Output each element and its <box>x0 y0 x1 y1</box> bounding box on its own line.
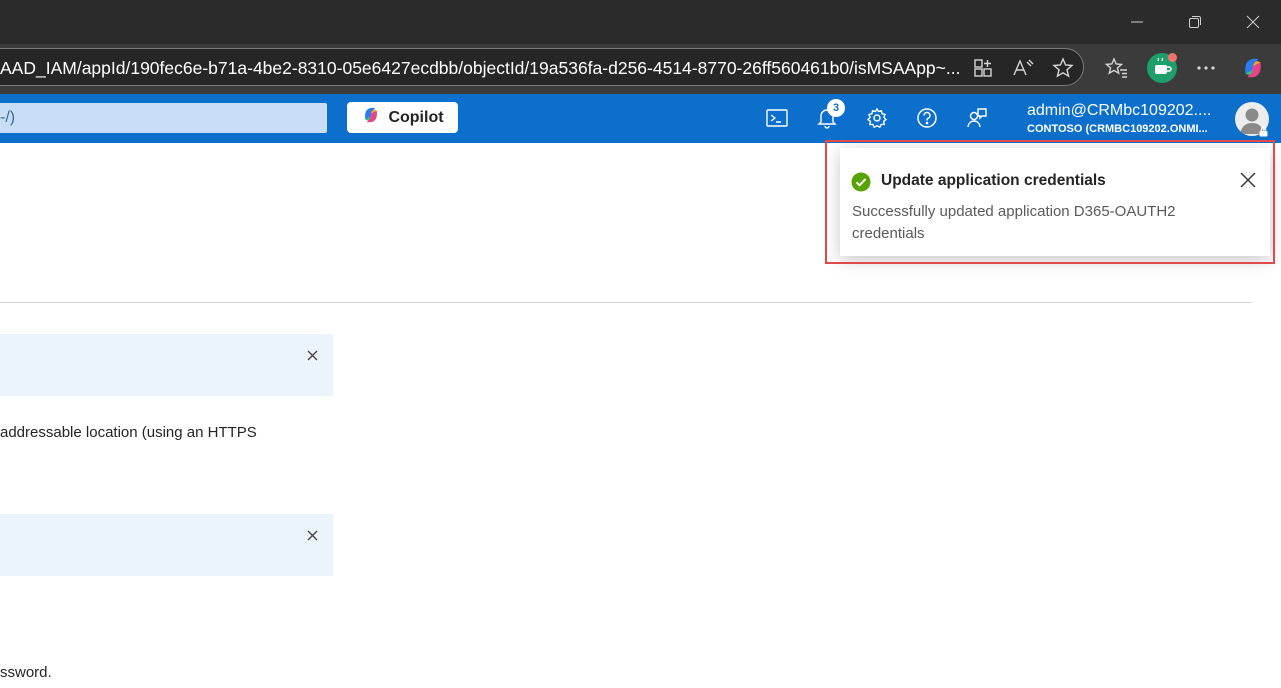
success-check-icon <box>851 172 871 192</box>
more-icon[interactable] <box>1193 55 1219 81</box>
copilot-icon[interactable] <box>1240 55 1266 81</box>
read-aloud-icon[interactable] <box>1010 55 1036 81</box>
copilot-button[interactable]: Copilot <box>347 102 458 133</box>
search-input-text: -/) <box>0 109 16 126</box>
notification-count-badge: 3 <box>827 99 845 117</box>
favorite-star-icon[interactable] <box>1050 55 1076 81</box>
profile-icon[interactable] <box>1147 53 1177 83</box>
info-banner <box>0 334 333 396</box>
copilot-button-label: Copilot <box>388 108 444 126</box>
close-icon[interactable] <box>304 347 320 363</box>
search-input[interactable] <box>0 103 327 133</box>
url-text[interactable]: AAD_IAM/appId/190fec6e-b71a-4be2-8310-05… <box>0 57 965 79</box>
cloud-shell-icon[interactable] <box>762 104 792 132</box>
close-icon[interactable] <box>304 527 320 543</box>
close-icon <box>1240 172 1256 188</box>
app-available-icon[interactable] <box>970 55 996 81</box>
toast-close-button[interactable] <box>1237 169 1259 191</box>
section-divider <box>0 302 1252 303</box>
info-banner <box>0 514 333 576</box>
restore-icon[interactable] <box>1180 8 1210 36</box>
browser-titlebar <box>0 0 1281 44</box>
feedback-icon[interactable] <box>962 104 992 132</box>
account-username[interactable]: admin@CRMbc109202.... <box>1027 101 1227 121</box>
account-tenant[interactable]: CONTOSO (CRMBC109202.ONMI... <box>1027 122 1225 136</box>
lock-icon <box>1258 124 1269 137</box>
copilot-logo-icon <box>361 105 381 130</box>
favorites-icon[interactable] <box>1104 55 1130 81</box>
help-icon[interactable] <box>912 104 942 132</box>
minimize-icon[interactable] <box>1122 8 1152 36</box>
toast-title: Update application credentials <box>881 172 1106 189</box>
description-text: ssword. <box>0 664 52 681</box>
settings-icon[interactable] <box>862 104 892 132</box>
description-text: addressable location (using an HTTPS <box>0 424 257 441</box>
toast-message: Successfully updated application D365-OA… <box>852 203 1176 242</box>
close-icon[interactable] <box>1238 8 1268 36</box>
